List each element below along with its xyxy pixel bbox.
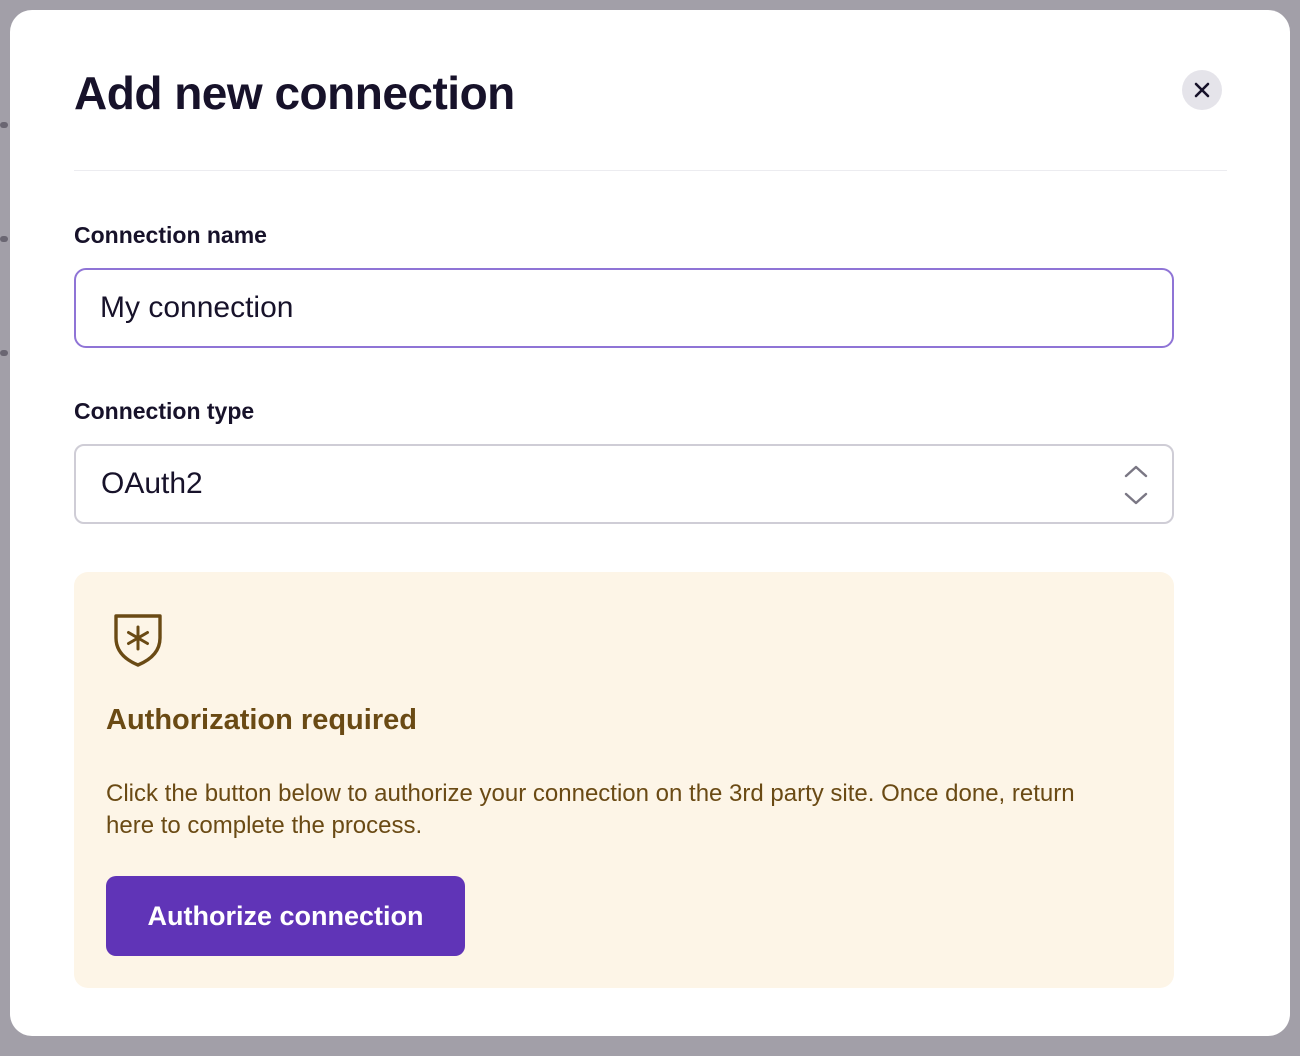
authorization-title: Authorization required — [106, 704, 417, 736]
chevron-up-down-icon — [1124, 465, 1148, 505]
authorization-panel: Authorization required Click the button … — [74, 572, 1174, 988]
header-divider — [74, 170, 1227, 171]
shield-asterisk-icon — [114, 614, 162, 667]
connection-type-label: Connection type — [74, 398, 255, 424]
connection-type-value: OAuth2 — [101, 467, 203, 500]
close-icon — [1194, 82, 1210, 98]
authorization-description: Click the button below to authorize your… — [106, 780, 1075, 839]
connection-name-label: Connection name — [74, 222, 267, 248]
connection-type-select[interactable]: OAuth2 — [74, 444, 1174, 524]
close-button[interactable] — [1182, 70, 1222, 110]
add-connection-modal: Add new connection Connection name Conne… — [10, 10, 1290, 1036]
connection-name-input[interactable] — [74, 268, 1174, 348]
modal-title: Add new connection — [74, 67, 515, 119]
authorize-connection-button[interactable]: Authorize connection — [106, 876, 465, 956]
